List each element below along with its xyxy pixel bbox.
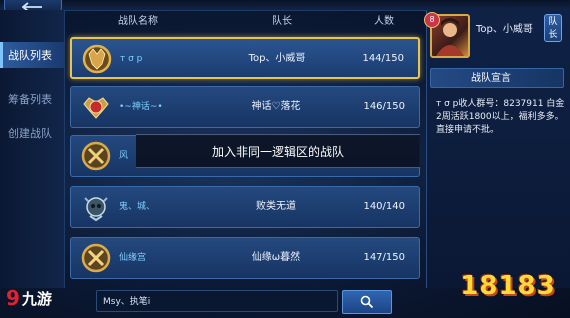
declaration-text: т σ р收人群号：8237911 白金2周活跃1800以上，福利多多。直接申请…	[436, 99, 565, 135]
jiuyou-watermark-text: 九游	[21, 289, 52, 308]
18183-watermark: 18183	[452, 262, 564, 310]
team-member-count: 146/150	[363, 101, 405, 112]
gold-wolf-emblem-icon	[81, 243, 111, 273]
team-member-count: 144/150	[362, 53, 404, 64]
team-name: 风	[119, 151, 129, 161]
skull-emblem-icon	[84, 197, 108, 222]
gold-wolf-emblem-icon	[82, 44, 112, 74]
gold-wolf-emblem-icon	[81, 141, 111, 171]
column-header-count: 人数	[374, 16, 394, 27]
team-member-count: 140/140	[363, 201, 405, 212]
toast-text: 加入非同一逻辑区的战队	[211, 144, 344, 159]
team-leader: 败类无道	[256, 201, 296, 212]
toast-message: 加入非同一逻辑区的战队	[136, 134, 420, 168]
18183-watermark-text: 18183	[460, 271, 556, 301]
column-header-leader: 队长	[272, 16, 292, 27]
column-header-name: 战队名称	[118, 16, 158, 27]
team-row[interactable]: 鬼、城、 败类无道 140/140	[70, 186, 420, 228]
declaration-title: 战队宣言	[430, 68, 564, 88]
team-name: т σ р	[120, 54, 143, 64]
team-name: 鬼、城、	[119, 202, 156, 212]
team-row[interactable]: •~神话~• 神话♡落花 146/150	[70, 86, 420, 128]
jiuyou-logo-icon: 9	[6, 286, 20, 310]
team-member-count: 147/150	[363, 252, 405, 263]
sidebar-item-team-list[interactable]: 战队列表	[0, 42, 64, 68]
team-row[interactable]: 仙缘宫 仙缘ω暮然 147/150	[70, 237, 420, 279]
red-gem-emblem-icon	[83, 97, 109, 119]
team-name: 仙缘宫	[119, 253, 147, 263]
team-leader: 仙缘ω暮然	[251, 252, 301, 263]
jiuyou-watermark: 9 九游	[6, 286, 52, 310]
search-button[interactable]	[342, 290, 392, 314]
captain-name: Top、小威哥	[476, 24, 533, 35]
search-input[interactable]: Msy、执笔i	[96, 290, 338, 312]
sidebar-item-create-team[interactable]: 创建战队	[0, 120, 64, 146]
search-icon	[360, 295, 374, 309]
captain-level-badge: 8	[424, 12, 440, 28]
sidebar: 战队列表 筹备列表 创建战队	[0, 10, 65, 288]
team-row[interactable]: т σ р Top、小威哥 144/150	[70, 37, 420, 79]
team-leader: Top、小威哥	[248, 53, 306, 64]
captain-tag: 队长	[544, 14, 562, 42]
team-leader: 神话♡落花	[251, 101, 301, 112]
sidebar-item-prep-list[interactable]: 筹备列表	[0, 86, 64, 112]
team-name: •~神话~•	[119, 102, 163, 112]
